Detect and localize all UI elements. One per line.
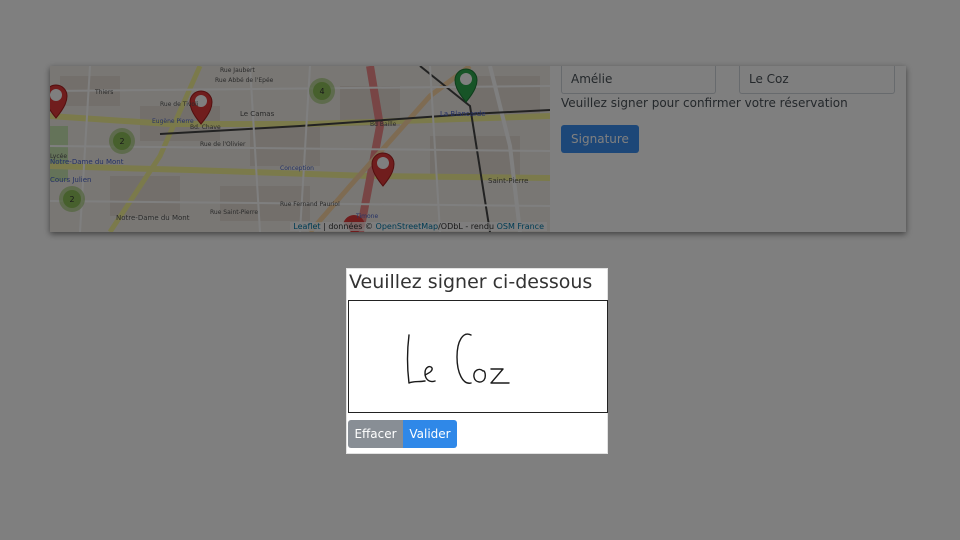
signature-stroke-icon xyxy=(406,333,510,384)
clear-button[interactable]: Effacer xyxy=(348,420,403,448)
signature-modal: Veuillez signer ci-dessous Effacer Valid… xyxy=(346,268,608,454)
modal-title: Veuillez signer ci-dessous xyxy=(349,271,593,293)
validate-button[interactable]: Valider xyxy=(403,420,457,448)
signature-canvas[interactable] xyxy=(348,300,608,413)
